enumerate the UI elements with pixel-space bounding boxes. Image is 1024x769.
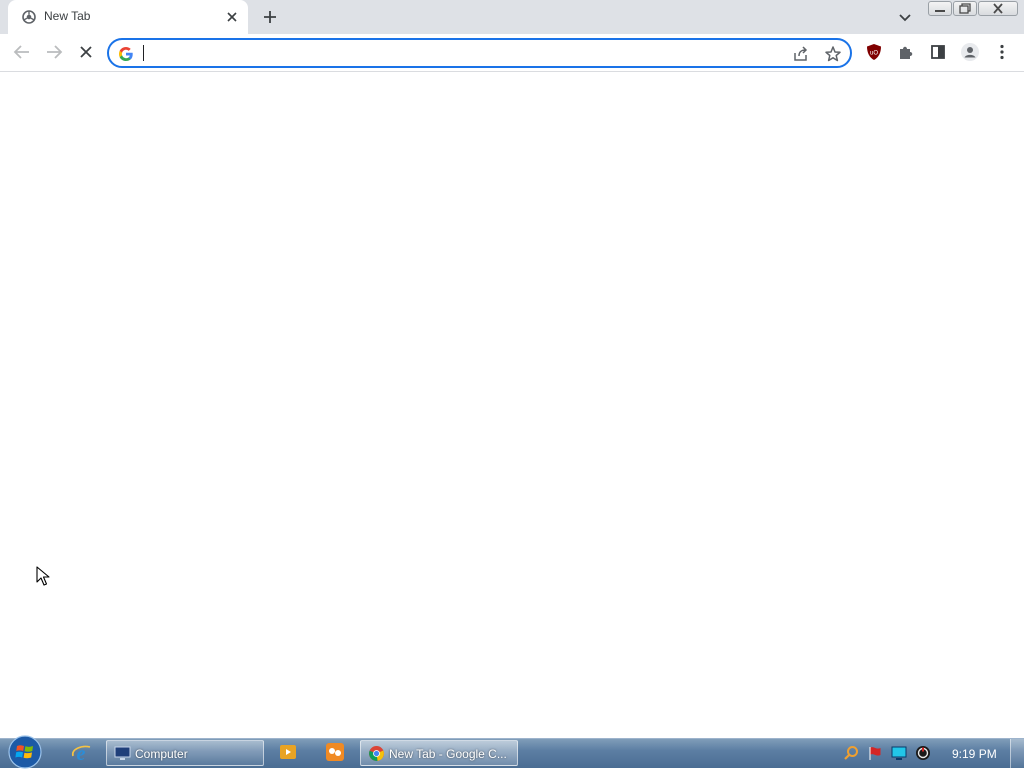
tab-strip: New Tab: [0, 0, 1024, 34]
restore-button[interactable]: [953, 1, 977, 16]
app-icon[interactable]: [325, 742, 345, 762]
address-input[interactable]: [142, 43, 782, 63]
taskbar-clock[interactable]: 9:19 PM: [952, 747, 997, 761]
internet-explorer-icon[interactable]: e: [70, 742, 92, 764]
browser-toolbar: uO: [0, 34, 1024, 72]
taskbar-item-label: Computer: [135, 747, 188, 761]
show-desktop-button[interactable]: [1010, 739, 1024, 768]
person-icon[interactable]: [958, 40, 982, 64]
chrome-newtab-icon: [22, 10, 36, 24]
omnibox[interactable]: [107, 38, 852, 68]
close-icon[interactable]: [74, 40, 98, 64]
kebab-menu-icon[interactable]: [990, 40, 1014, 64]
taskbar-item-chrome[interactable]: New Tab - Google C...: [360, 740, 518, 766]
star-icon[interactable]: [823, 44, 843, 64]
tab-new-tab[interactable]: New Tab: [8, 0, 248, 34]
plus-icon[interactable]: [258, 5, 282, 29]
power-icon[interactable]: [915, 745, 931, 761]
arrow-left-icon[interactable]: [10, 40, 34, 64]
text-caret: [143, 45, 144, 61]
svg-text:uO: uO: [870, 51, 878, 57]
close-icon[interactable]: [223, 8, 241, 26]
computer-icon: [114, 745, 131, 762]
media-player-icon[interactable]: [279, 743, 297, 761]
flag-icon[interactable]: [867, 745, 883, 761]
puzzle-icon[interactable]: [894, 40, 918, 64]
taskbar-item-label: New Tab - Google C...: [389, 747, 507, 761]
taskbar: e Computer New Tab - Google C... 9:19 PM: [0, 735, 1024, 769]
close-window-button[interactable]: [978, 1, 1018, 16]
mouse-cursor-icon: [36, 566, 52, 586]
arrow-right-icon[interactable]: [42, 40, 66, 64]
google-g-icon: [118, 46, 134, 62]
monitor-icon[interactable]: [891, 745, 907, 761]
search-icon[interactable]: [843, 745, 859, 761]
chrome-icon: [368, 745, 385, 762]
page-content: [0, 72, 1024, 738]
chevron-down-icon[interactable]: [894, 6, 916, 28]
windows-logo-icon[interactable]: [6, 735, 44, 769]
tab-title: New Tab: [44, 9, 91, 23]
minimize-button[interactable]: [928, 1, 952, 16]
side-panel-icon[interactable]: [926, 40, 950, 64]
ublock-origin-icon[interactable]: uO: [862, 40, 886, 64]
taskbar-item-computer[interactable]: Computer: [106, 740, 264, 766]
share-icon[interactable]: [791, 44, 811, 64]
